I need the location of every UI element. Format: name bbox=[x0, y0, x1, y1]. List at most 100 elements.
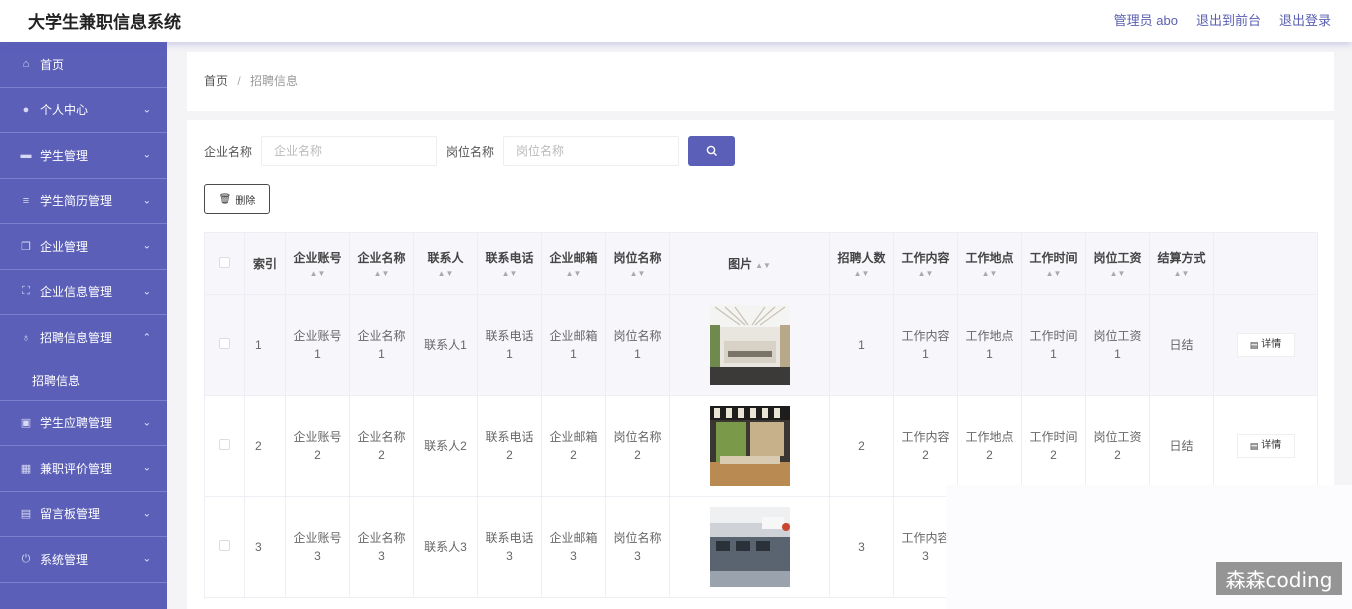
cell-contact: 联系人3 bbox=[413, 496, 478, 598]
cell-company: 企业名称 2 bbox=[349, 395, 414, 497]
row-checkbox[interactable] bbox=[219, 540, 230, 551]
breadcrumb: 首页 / 招聘信息 bbox=[204, 72, 298, 89]
sidebar-item-resume-management[interactable]: ≡ 学生简历管理 ⌄ bbox=[0, 179, 167, 224]
breadcrumb-home[interactable]: 首页 bbox=[204, 74, 228, 88]
sort-icon[interactable]: ▲▼ bbox=[414, 269, 477, 278]
header-wage[interactable]: 岗位工资 ▲▼ bbox=[1085, 232, 1150, 295]
cell-content: 工作内容 2 bbox=[893, 395, 958, 497]
header-select-all[interactable] bbox=[204, 232, 245, 295]
sort-icon[interactable]: ▲▼ bbox=[958, 269, 1021, 278]
delete-button[interactable]: 🗑 删除 bbox=[204, 184, 270, 214]
sort-icon[interactable]: ▲▼ bbox=[1150, 269, 1213, 278]
header-job-name[interactable]: 岗位名称 ▲▼ bbox=[605, 232, 670, 295]
sidebar-item-recruitment-management[interactable]: ♁ 招聘信息管理 ⌃ bbox=[0, 315, 167, 361]
sidebar-item-label: 留言板管理 bbox=[40, 507, 101, 522]
sort-icon[interactable]: ▲▼ bbox=[755, 261, 771, 270]
header-company-account[interactable]: 企业账号 ▲▼ bbox=[285, 232, 350, 295]
row-checkbox[interactable] bbox=[219, 338, 230, 349]
header-settlement[interactable]: 结算方式 ▲▼ bbox=[1149, 232, 1214, 295]
header-phone[interactable]: 联系电话 ▲▼ bbox=[477, 232, 542, 295]
sidebar-item-personal-center[interactable]: ● 个人中心 ⌄ bbox=[0, 88, 167, 133]
table-header-row: 索引 企业账号 ▲▼ 企业名称 ▲▼ 联系人 ▲▼ 联系电话 ▲▼ 企业邮箱 ▲▼ 岗位名… bbox=[204, 232, 1318, 295]
header-recruit-count[interactable]: 招聘人数 ▲▼ bbox=[829, 232, 894, 295]
cell-wage: 岗位工资 1 bbox=[1085, 294, 1150, 396]
sidebar-item-review-management[interactable]: ▦ 兼职评价管理 ⌄ bbox=[0, 446, 167, 492]
sidebar-item-home[interactable]: ⌂ 首页 bbox=[0, 42, 167, 88]
cell-account: 企业账号 2 bbox=[285, 395, 350, 497]
sidebar-item-label: 首页 bbox=[40, 57, 65, 72]
search-button[interactable] bbox=[688, 136, 736, 166]
sort-icon[interactable]: ▲▼ bbox=[1086, 269, 1149, 278]
sort-icon[interactable]: ▲▼ bbox=[830, 269, 893, 278]
sidebar-item-company-management[interactable]: ❐ 企业管理 ⌄ bbox=[0, 224, 167, 270]
admin-user-link[interactable]: 管理员 abo bbox=[1114, 10, 1178, 29]
cell-actions: ▤ 详情 bbox=[1213, 395, 1318, 497]
detail-button[interactable]: ▤ 详情 bbox=[1236, 434, 1295, 458]
mic-icon: ♁ bbox=[21, 331, 31, 344]
check-icon: ▣ bbox=[20, 417, 32, 430]
header-contact[interactable]: 联系人 ▲▼ bbox=[413, 232, 478, 295]
sort-icon[interactable]: ▲▼ bbox=[1022, 269, 1085, 278]
sort-icon[interactable]: ▲▼ bbox=[894, 269, 957, 278]
sidebar-item-messageboard-management[interactable]: ▤ 留言板管理 ⌄ bbox=[0, 492, 167, 537]
header-work-place[interactable]: 工作地点 ▲▼ bbox=[957, 232, 1022, 295]
trash-icon: 🗑 bbox=[218, 193, 232, 205]
cell-settle: 日结 bbox=[1149, 294, 1214, 396]
detail-button[interactable]: ▤ 详情 bbox=[1236, 333, 1295, 357]
company-name-input[interactable] bbox=[261, 136, 438, 166]
sidebar-item-label: 兼职评价管理 bbox=[40, 461, 113, 476]
row-checkbox[interactable] bbox=[219, 439, 230, 450]
sidebar-subitem-recruitment-info[interactable]: 招聘信息 bbox=[0, 360, 167, 401]
calendar-icon: ▤ bbox=[20, 508, 32, 521]
sort-icon[interactable]: ▲▼ bbox=[286, 269, 349, 278]
cell-time: 工作时间 1 bbox=[1021, 294, 1086, 396]
delete-button-label: 删除 bbox=[235, 195, 256, 207]
table-row[interactable]: 1 企业账号 1 企业名称 1 联系人1 联系电话 1 企业邮箱 1 岗位名称 1 bbox=[204, 294, 1318, 396]
sort-icon[interactable]: ▲▼ bbox=[478, 269, 541, 278]
chevron-down-icon: ⌄ bbox=[142, 462, 151, 474]
header-company-name[interactable]: 企业名称 ▲▼ bbox=[349, 232, 414, 295]
breadcrumb-card: 首页 / 招聘信息 bbox=[187, 52, 1334, 111]
sidebar-item-label: 学生应聘管理 bbox=[40, 416, 113, 431]
header-email[interactable]: 企业邮箱 ▲▼ bbox=[541, 232, 606, 295]
cell-image bbox=[669, 395, 830, 497]
header-work-time[interactable]: 工作时间 ▲▼ bbox=[1021, 232, 1086, 295]
cell-phone: 联系电话 3 bbox=[477, 496, 542, 598]
select-all-checkbox[interactable] bbox=[219, 256, 230, 268]
table-row[interactable]: 2 企业账号 2 企业名称 2 联系人2 联系电话 2 企业邮箱 2 岗位名称 2 bbox=[204, 395, 1318, 497]
sidebar-item-system-management[interactable]: ⏻ 系统管理 ⌄ bbox=[0, 537, 167, 583]
exit-to-front-link[interactable]: 退出到前台 bbox=[1196, 10, 1261, 29]
header-index: 索引 bbox=[244, 232, 286, 295]
sidebar: ⌂ 首页 ● 个人中心 ⌄ ▬ 学生管理 ⌄ ≡ 学生简历管理 ⌄ ❐ 企业管理… bbox=[0, 42, 167, 609]
job-name-label: 岗位名称 bbox=[446, 144, 495, 159]
header-work-content[interactable]: 工作内容 ▲▼ bbox=[893, 232, 958, 295]
top-bar: 大学生兼职信息系统 管理员 abo 退出到前台 退出登录 bbox=[0, 0, 1352, 42]
office-photo bbox=[709, 305, 790, 385]
sidebar-item-student-management[interactable]: ▬ 学生管理 ⌄ bbox=[0, 133, 167, 179]
breadcrumb-current: 招聘信息 bbox=[250, 74, 299, 88]
sidebar-item-application-management[interactable]: ▣ 学生应聘管理 ⌄ bbox=[0, 401, 167, 446]
breadcrumb-separator: / bbox=[237, 74, 241, 88]
sidebar-item-company-info-management[interactable]: ⛶ 企业信息管理 ⌄ bbox=[0, 270, 167, 315]
cell-settle: 日结 bbox=[1149, 395, 1214, 497]
search-row: 企业名称 岗位名称 bbox=[204, 136, 736, 166]
office-photo bbox=[709, 507, 790, 587]
sidebar-item-label: 个人中心 bbox=[40, 103, 89, 118]
cell-email: 企业邮箱 3 bbox=[541, 496, 606, 598]
cell-contact: 联系人2 bbox=[413, 395, 478, 497]
sidebar-item-label: 系统管理 bbox=[40, 552, 89, 567]
sort-icon[interactable]: ▲▼ bbox=[542, 269, 605, 278]
chevron-down-icon: ⌄ bbox=[142, 240, 151, 252]
cell-job: 岗位名称 1 bbox=[605, 294, 670, 396]
header-image[interactable]: 图片 ▲▼ bbox=[669, 232, 830, 295]
sort-icon[interactable]: ▲▼ bbox=[606, 269, 669, 278]
logout-link[interactable]: 退出登录 bbox=[1279, 10, 1331, 29]
job-name-input[interactable] bbox=[503, 136, 680, 166]
chevron-down-icon: ⌄ bbox=[142, 286, 151, 298]
cell-email: 企业邮箱 2 bbox=[541, 395, 606, 497]
sort-icon[interactable]: ▲▼ bbox=[350, 269, 413, 278]
chevron-down-icon: ⌄ bbox=[142, 508, 151, 520]
chevron-down-icon: ⌄ bbox=[142, 104, 151, 116]
cell-count: 1 bbox=[829, 294, 894, 396]
sidebar-item-label: 企业管理 bbox=[40, 239, 89, 254]
